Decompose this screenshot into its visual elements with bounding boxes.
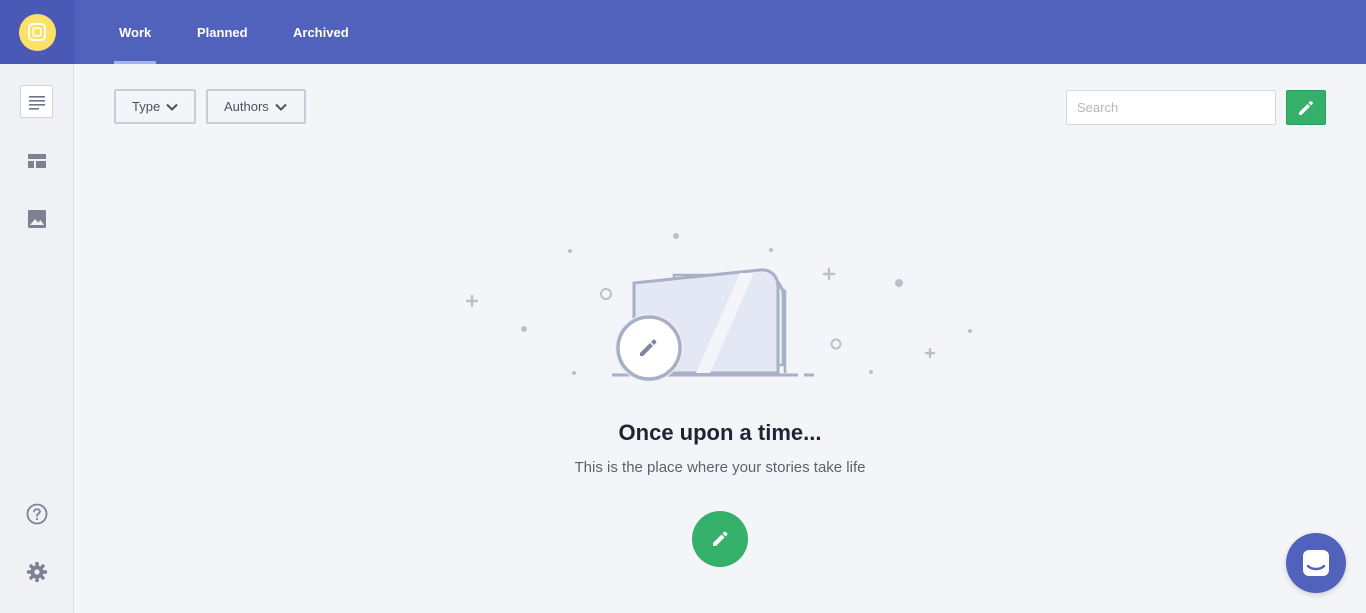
authors-filter-label: Authors — [224, 99, 269, 114]
tab-planned-label: Planned — [197, 24, 248, 40]
tab-work[interactable]: Work — [114, 0, 157, 64]
type-filter-label: Type — [132, 99, 161, 114]
search-input[interactable] — [1066, 90, 1276, 125]
sidebar-item-images[interactable] — [20, 202, 53, 235]
pencil-icon — [1299, 100, 1313, 115]
top-nav: Work Planned Archived — [74, 0, 1366, 64]
sidebar-item-stories[interactable] — [20, 85, 53, 118]
sidebar-item-layout[interactable] — [20, 144, 53, 177]
image-icon — [27, 209, 46, 228]
pencil-icon — [713, 531, 728, 546]
type-filter-dropdown[interactable]: Type — [114, 89, 196, 124]
stories-list-icon — [28, 95, 45, 110]
help-icon — [26, 503, 47, 524]
empty-state-subtitle: This is the place where your stories tak… — [574, 459, 866, 476]
tab-work-label: Work — [119, 24, 152, 40]
app-logo[interactable] — [18, 13, 56, 51]
settings-button[interactable] — [20, 555, 53, 588]
empty-state-illustration — [465, 233, 972, 382]
chevron-down-icon — [166, 103, 178, 111]
authors-filter-dropdown[interactable]: Authors — [206, 89, 306, 124]
help-button[interactable] — [20, 497, 53, 530]
new-story-button[interactable] — [1286, 90, 1326, 125]
tab-archived-label: Archived — [293, 24, 349, 40]
chevron-down-icon — [275, 103, 287, 111]
tab-archived[interactable]: Archived — [293, 0, 349, 64]
chat-icon — [1303, 550, 1329, 576]
sidebar — [0, 0, 74, 613]
gear-icon — [26, 561, 47, 582]
empty-state-title: Once upon a time... — [618, 420, 822, 445]
layout-icon — [27, 153, 46, 168]
chat-launcher-button[interactable] — [1286, 533, 1346, 593]
logo-area[interactable] — [0, 0, 74, 64]
create-story-button[interactable] — [692, 511, 748, 567]
logo-icon — [28, 23, 46, 41]
tab-planned[interactable]: Planned — [197, 0, 248, 64]
